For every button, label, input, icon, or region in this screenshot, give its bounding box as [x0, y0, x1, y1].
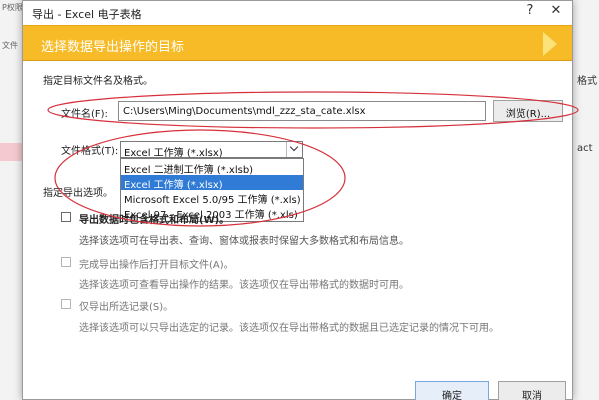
annotation-ellipse-format [54, 129, 346, 227]
annotation-overlay [47, 91, 579, 227]
annotation-ellipse-filename [47, 91, 579, 129]
